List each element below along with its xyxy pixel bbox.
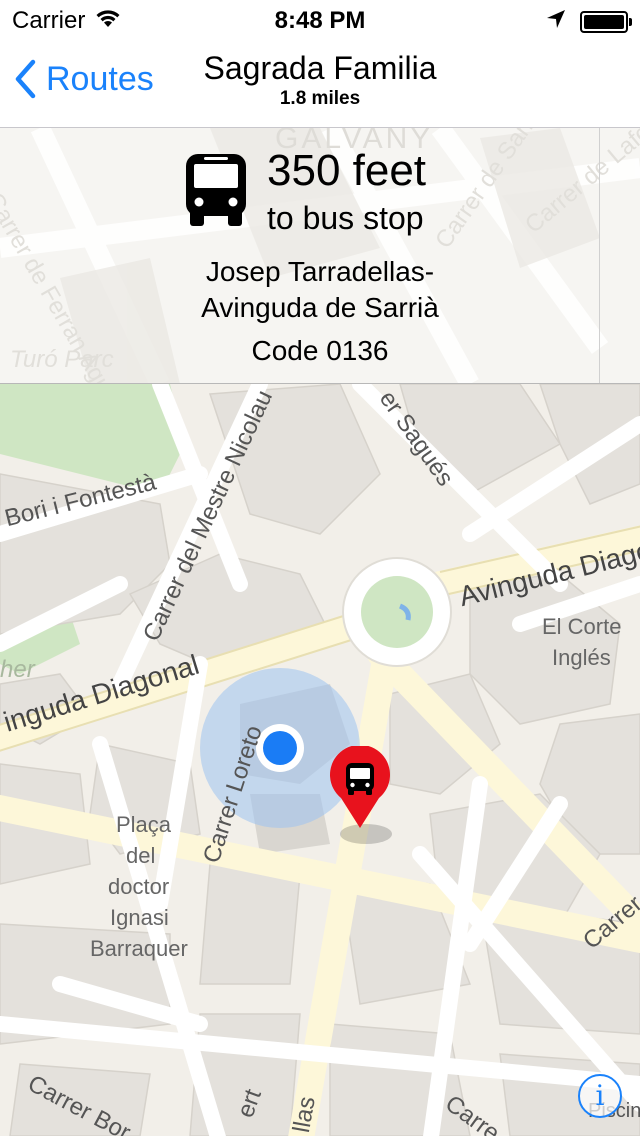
roundabout-park: [361, 576, 433, 648]
status-right: [546, 9, 632, 34]
status-time: 8:48 PM: [274, 7, 366, 34]
bus-stop-pin[interactable]: [328, 746, 392, 830]
distance-value: 350 feet: [267, 146, 427, 195]
map-view[interactable]: Bori i Fontestà Carrer del Mestre Nicola…: [0, 384, 640, 1136]
map-info-button[interactable]: i: [578, 1074, 622, 1118]
bus-stop-pin-bus-icon: [346, 763, 374, 795]
stop-name-line1: Josep Tarradellas-: [205, 256, 435, 287]
map-label-placa-3: doctor: [108, 874, 170, 899]
bus-icon: [186, 154, 246, 226]
map-label-placa-5: Barraquer: [90, 936, 188, 961]
map-label-her: her: [0, 656, 35, 683]
status-bar: Carrier 8:48 PM: [0, 0, 640, 40]
stop-info-card: GALVANY Carrer de Ferran Agulló Carrer d…: [0, 128, 640, 384]
distance-caption: to bus stop: [267, 200, 424, 236]
battery-icon: [580, 10, 632, 33]
location-arrow-icon: [546, 9, 566, 34]
page-title: Sagrada Familia: [203, 50, 437, 86]
map-label-placa-2: del: [126, 843, 156, 868]
map-label-ingles: Inglés: [552, 645, 611, 670]
map-label-placa-4: Ignasi: [110, 905, 169, 930]
stop-name-line2: Avinguda de Sarrià: [201, 292, 439, 323]
navigation-bar: Routes Sagrada Familia 1.8 miles: [0, 40, 640, 128]
map-label-placa-1: Plaça: [116, 812, 172, 837]
stop-code: Code 0136: [251, 335, 389, 366]
page-subtitle: 1.8 miles: [279, 88, 361, 109]
map-label-el-corte: El Corte: [542, 614, 622, 639]
stop-name: Josep Tarradellas- Avinguda de Sarrià: [0, 254, 640, 326]
